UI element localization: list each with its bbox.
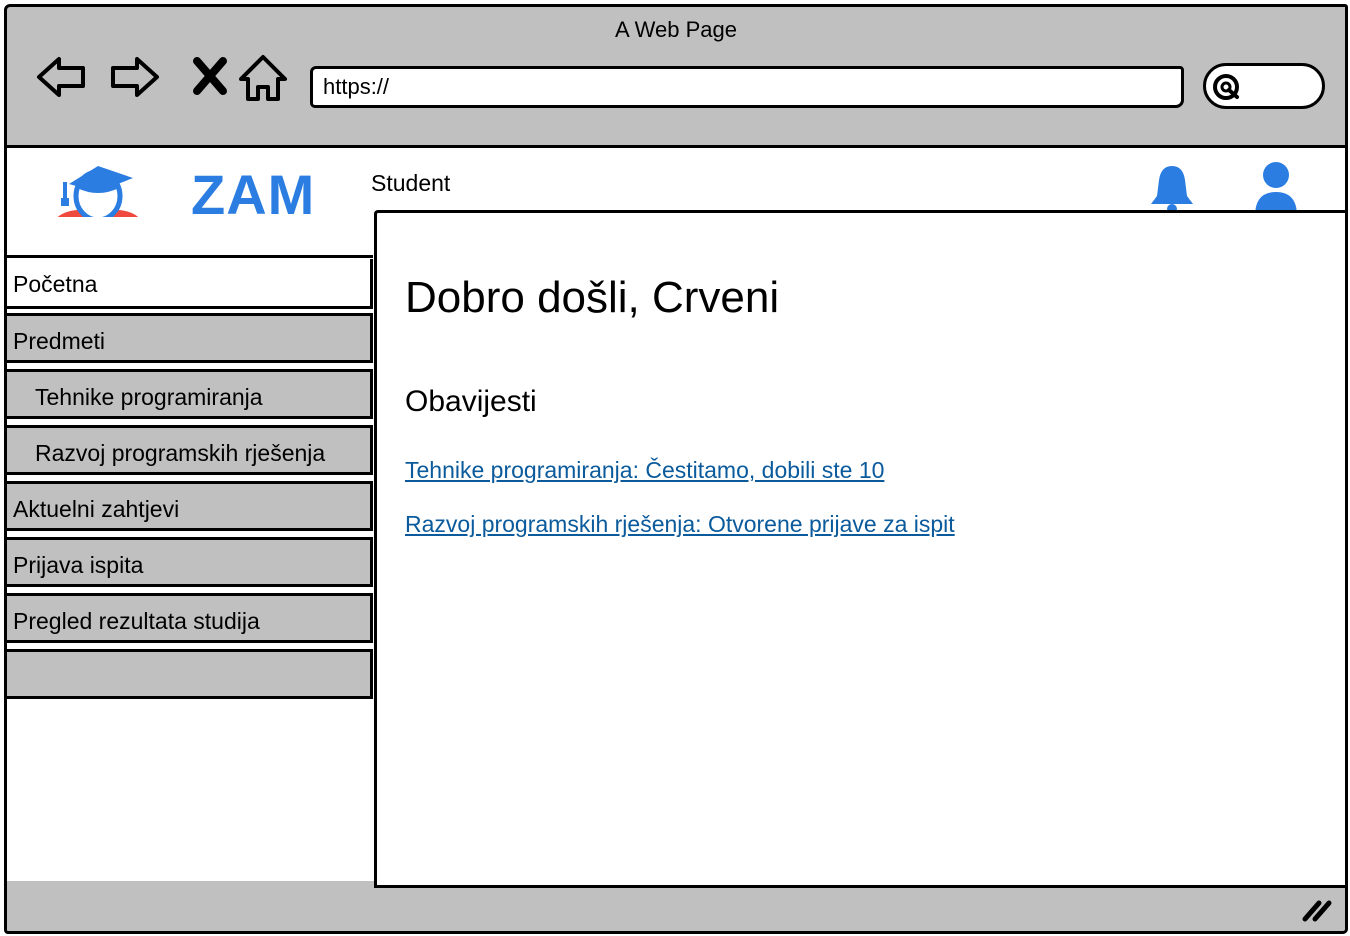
search-icon <box>1213 74 1239 100</box>
sidebar-item-prijava-ispita[interactable]: Prijava ispita <box>7 537 373 587</box>
sidebar-item-empty[interactable] <box>7 649 373 699</box>
sidebar-item-pocetna[interactable]: Početna <box>7 259 373 309</box>
browser-search-box[interactable] <box>1203 63 1325 109</box>
app-header: ZAM Student <box>7 145 1345 238</box>
page-title: Dobro došli, Crveni <box>405 273 780 322</box>
notice-link[interactable]: Razvoj programskih rješenja: Otvorene pr… <box>405 511 955 538</box>
sidebar: Početna Predmeti Tehnike programiranja R… <box>7 217 376 881</box>
sidebar-item-razvoj-programskih-rjesenja[interactable]: Razvoj programskih rješenja <box>7 425 373 475</box>
sidebar-item-predmeti[interactable]: Predmeti <box>7 313 373 363</box>
main-content: Dobro došli, Crveni Obavijesti Tehnike p… <box>374 210 1345 888</box>
notices-heading: Obavijesti <box>405 385 537 418</box>
stop-icon[interactable] <box>183 49 239 105</box>
sidebar-item-tehnike-programiranja[interactable]: Tehnike programiranja <box>7 369 373 419</box>
url-input[interactable]: https:// <box>310 66 1184 108</box>
sidebar-logo-panel <box>7 217 373 258</box>
user-icon[interactable] <box>1251 160 1301 216</box>
sidebar-item-pregled-rezultata-studija[interactable]: Pregled rezultata studija <box>7 593 373 643</box>
role-label: Student <box>371 170 451 196</box>
resize-grip-icon[interactable] <box>1301 897 1335 923</box>
home-icon[interactable] <box>235 49 291 105</box>
window-title: A Web Page <box>615 17 737 42</box>
notice-link[interactable]: Tehnike programiranja: Čestitamo, dobili… <box>405 457 884 484</box>
back-icon[interactable] <box>33 49 89 105</box>
forward-icon[interactable] <box>107 49 163 105</box>
bell-icon[interactable] <box>1149 162 1195 214</box>
sidebar-item-aktuelni-zahtjevi[interactable]: Aktuelni zahtjevi <box>7 481 373 531</box>
browser-window: A Web Page https:// ZAM Student Početna … <box>4 4 1348 934</box>
